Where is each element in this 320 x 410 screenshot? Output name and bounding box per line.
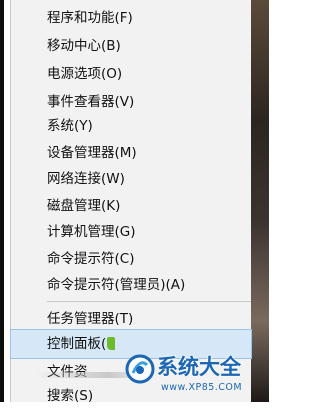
menu-item-label: 网络连接(W) (47, 171, 125, 187)
menu-item-label: 系统(Y) (47, 118, 93, 134)
menu-item-mobility-center[interactable]: 移动中心(B) (11, 32, 251, 60)
menu-item-label: 搜索(S) (47, 388, 94, 404)
menu-item-power-options[interactable]: 电源选项(O) (11, 60, 251, 88)
menu-item-label: 磁盘管理(K) (47, 198, 121, 214)
winx-context-menu: 程序和功能(F) 移动中心(B) 电源选项(O) 事件查看器(V) 系统(Y) … (10, 0, 252, 404)
menu-item-label: 设备管理器(M) (47, 145, 137, 161)
menu-item-disk-management[interactable]: 磁盘管理(K) (11, 192, 251, 220)
window-left-edge (0, 0, 4, 402)
menu-item-label: 控制面板( (47, 335, 116, 353)
menu-item-system[interactable]: 系统(Y) (11, 112, 251, 140)
menu-item-command-prompt[interactable]: 命令提示符(C) (11, 245, 251, 273)
menu-item-label: 命令提示符(管理员)(A) (47, 277, 186, 293)
menu-item-label: 任务管理器(T) (47, 311, 134, 327)
watermark-logo-icon (125, 354, 155, 384)
watermark-url: www.XP85.COM (161, 382, 243, 393)
menu-item-label: 命令提示符(C) (47, 251, 135, 267)
site-watermark: 系统大全 www.XP85.COM (125, 350, 269, 402)
mouse-cursor-icon (107, 337, 116, 350)
menu-item-label: 程序和功能(F) (47, 10, 133, 26)
menu-item-label: 电源选项(O) (47, 66, 123, 82)
menu-item-label: 事件查看器(V) (47, 94, 135, 110)
menu-item-label: 移动中心(B) (47, 38, 121, 54)
menu-item-network-connections[interactable]: 网络连接(W) (11, 165, 251, 193)
menu-item-programs-and-features[interactable]: 程序和功能(F) (11, 4, 251, 32)
desktop-background (250, 0, 269, 402)
menu-item-computer-management[interactable]: 计算机管理(G) (11, 218, 251, 246)
menu-item-label: 计算机管理(G) (47, 224, 136, 240)
watermark-title: 系统大全 (157, 355, 241, 379)
menu-separator (47, 301, 251, 302)
menu-item-command-prompt-admin[interactable]: 命令提示符(管理员)(A) (11, 271, 251, 299)
menu-item-task-manager[interactable]: 任务管理器(T) (11, 305, 251, 333)
menu-item-device-manager[interactable]: 设备管理器(M) (11, 139, 251, 167)
